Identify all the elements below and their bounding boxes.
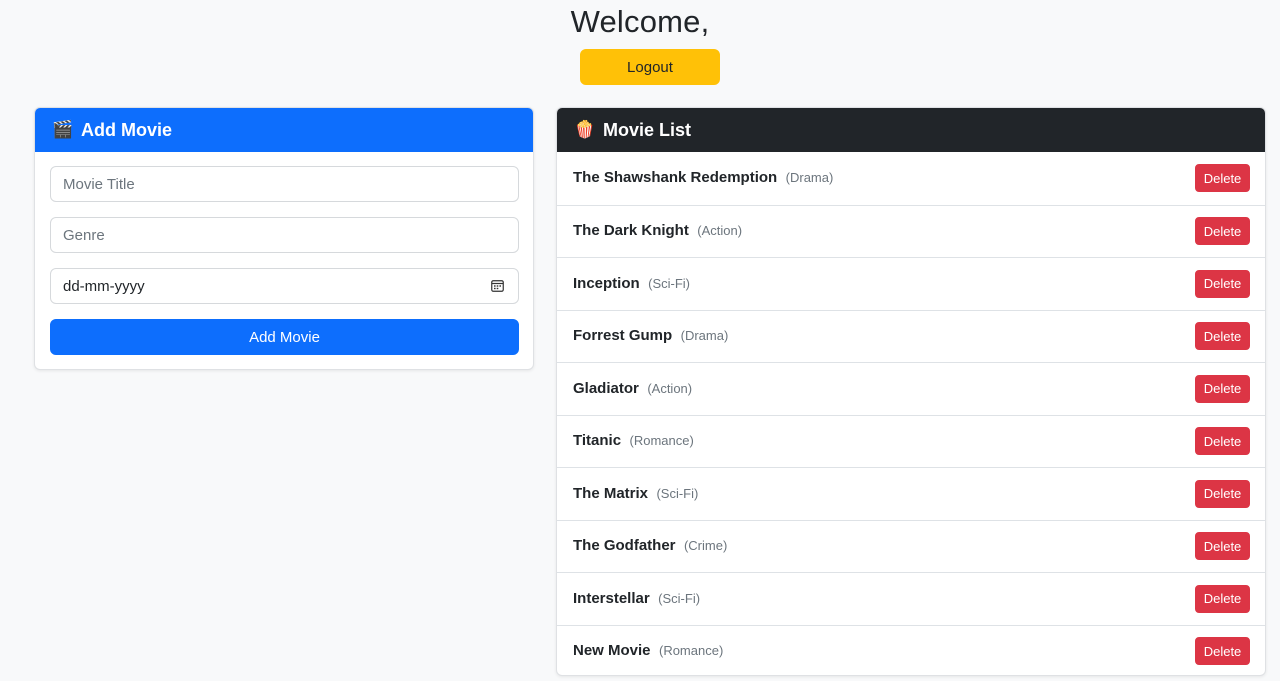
add-movie-button[interactable]: Add Movie: [50, 319, 519, 355]
movie-list-card: 🍿 Movie List The Shawshank Redemption (D…: [556, 107, 1266, 676]
movie-row: Titanic (Romance) Delete: [557, 414, 1265, 468]
movie-genre: (Action): [647, 380, 693, 396]
movie-entry: Titanic (Romance): [573, 432, 694, 450]
welcome-heading: Welcome,: [570, 4, 710, 39]
movie-row: Interstellar (Sci-Fi) Delete: [557, 572, 1265, 625]
delete-button[interactable]: Delete: [1195, 584, 1250, 613]
movie-title: The Matrix: [573, 484, 649, 502]
delete-button[interactable]: Delete: [1195, 269, 1250, 298]
delete-button[interactable]: Delete: [1195, 374, 1250, 403]
genre-field: [50, 217, 519, 253]
movie-genre: (Drama): [785, 170, 834, 186]
delete-button[interactable]: Delete: [1195, 164, 1250, 193]
delete-button[interactable]: Delete: [1195, 637, 1250, 666]
movie-row: The Shawshank Redemption (Drama) Delete: [557, 152, 1265, 205]
movie-row: New Movie (Romance) Delete: [557, 624, 1265, 676]
delete-button[interactable]: Delete: [1195, 532, 1250, 561]
movie-row: The Matrix (Sci-Fi) Delete: [557, 467, 1265, 520]
logout-button[interactable]: Logout: [580, 49, 720, 85]
clapperboard-icon: 🎬: [52, 120, 74, 139]
popcorn-icon: 🍿: [574, 120, 596, 139]
movie-title: Inception: [573, 274, 640, 292]
movie-entry: Gladiator (Action): [573, 380, 692, 398]
add-movie-card: 🎬 Add Movie Add Movie: [34, 107, 534, 370]
delete-button[interactable]: Delete: [1195, 217, 1250, 246]
movie-row: The Godfather (Crime) Delete: [557, 519, 1265, 573]
add-movie-header: 🎬 Add Movie: [35, 108, 533, 152]
movie-title: New Movie: [573, 642, 651, 660]
movie-list-title: Movie List: [603, 119, 692, 140]
movie-row: Inception (Sci-Fi) Delete: [557, 257, 1265, 310]
add-movie-form: Add Movie: [35, 152, 533, 369]
movie-entry: The Godfather (Crime): [573, 537, 727, 555]
movie-genre: (Action): [697, 223, 743, 239]
movie-row: Forrest Gump (Drama) Delete: [557, 309, 1265, 363]
movie-entry: The Shawshank Redemption (Drama): [573, 169, 833, 187]
movie-genre: (Romance): [629, 433, 694, 449]
movie-title: Forrest Gump: [573, 327, 673, 345]
delete-button[interactable]: Delete: [1195, 479, 1250, 508]
movie-genre: (Sci-Fi): [658, 590, 701, 606]
movie-title: The Godfather: [573, 537, 676, 555]
movie-list: The Shawshank Redemption (Drama) Delete …: [557, 152, 1265, 676]
movie-title: Titanic: [573, 432, 622, 450]
genre-input[interactable]: [63, 226, 506, 244]
movie-genre: (Sci-Fi): [656, 485, 699, 501]
add-movie-title: Add Movie: [81, 119, 173, 140]
movie-list-header: 🍿 Movie List: [557, 108, 1265, 152]
movie-entry: The Dark Knight (Action): [573, 222, 742, 240]
movie-row: The Dark Knight (Action) Delete: [557, 204, 1265, 258]
movie-title-input[interactable]: [63, 175, 506, 193]
release-date-field: [50, 268, 519, 304]
movie-genre: (Romance): [658, 643, 724, 659]
delete-button[interactable]: Delete: [1195, 427, 1250, 456]
movie-title: Gladiator: [573, 379, 639, 397]
delete-button[interactable]: Delete: [1195, 322, 1250, 351]
movie-genre: (Crime): [683, 538, 728, 554]
movie-row: Gladiator (Action) Delete: [557, 362, 1265, 415]
movie-title: The Dark Knight: [573, 222, 689, 240]
movie-entry: Forrest Gump (Drama): [573, 327, 728, 345]
release-date-input[interactable]: [63, 277, 506, 295]
movie-entry: Interstellar (Sci-Fi): [573, 590, 700, 608]
movie-title: The Shawshank Redemption: [573, 169, 778, 187]
movie-entry: Inception (Sci-Fi): [573, 275, 690, 293]
movie-genre: (Sci-Fi): [648, 275, 691, 291]
movie-entry: The Matrix (Sci-Fi): [573, 485, 698, 503]
calendar-icon[interactable]: [491, 279, 504, 292]
movie-title: Interstellar: [573, 589, 650, 607]
movie-title-field: [50, 166, 519, 202]
movie-genre: (Drama): [680, 328, 729, 344]
movie-entry: New Movie (Romance): [573, 642, 723, 660]
